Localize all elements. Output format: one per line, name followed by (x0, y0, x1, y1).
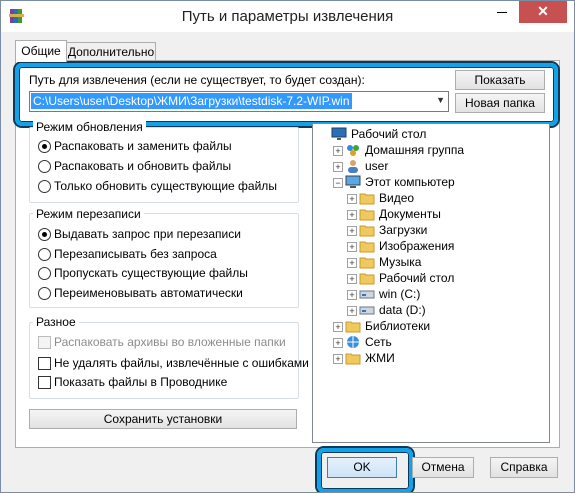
expand-icon[interactable]: + (347, 274, 357, 284)
overwrite-mode-title: Режим перезаписи (33, 207, 144, 221)
drive-icon (359, 287, 375, 301)
title-bar[interactable]: Путь и параметры извлечения ✕ (1, 1, 574, 32)
expand-icon[interactable]: + (333, 146, 343, 156)
expand-icon[interactable]: + (347, 258, 357, 268)
tree-item-label[interactable]: Домашняя группа (365, 142, 464, 158)
misc-option-2[interactable]: Показать файлы в Проводнике (54, 375, 227, 389)
tab-general[interactable]: Общие (15, 40, 67, 62)
folder-tree[interactable]: Рабочий стол + Домашняя группа + user − Этот к… (312, 123, 550, 443)
save-settings-button[interactable]: Сохранить установки (29, 409, 297, 429)
folder-icon (359, 207, 375, 221)
tree-item-label[interactable]: Документы (379, 206, 441, 222)
overwrite-mode-option-3[interactable]: Переименовывать автоматически (54, 286, 243, 300)
misc-checkbox-1[interactable] (38, 357, 51, 370)
folder-icon (359, 239, 375, 253)
folder-icon (359, 191, 375, 205)
folder-icon (359, 271, 375, 285)
collapse-icon[interactable]: − (333, 178, 343, 188)
tree-item-label[interactable]: Сеть (365, 334, 392, 350)
folder-icon (345, 319, 361, 333)
expand-icon[interactable]: + (333, 338, 343, 348)
tree-item-label[interactable]: user (365, 158, 388, 174)
expand-icon[interactable]: + (333, 162, 343, 172)
tree-item-label[interactable]: Этот компьютер (365, 174, 455, 190)
destination-path-combobox[interactable]: C:\Users\user\Desktop\ЖМИ\Загрузки\testd… (29, 91, 449, 112)
network-icon (345, 335, 361, 349)
tree-item-label[interactable]: win (C:) (379, 286, 420, 302)
user-icon (345, 159, 361, 173)
misc-checkbox-0 (38, 336, 51, 349)
show-button[interactable]: Показать (455, 70, 545, 90)
update-mode-option-0[interactable]: Распаковать и заменить файлы (54, 139, 232, 153)
overwrite-mode-option-1[interactable]: Перезаписывать без запроса (54, 247, 217, 261)
tree-item-label[interactable]: ЖМИ (365, 350, 395, 366)
misc-option-0: Распаковать архивы во вложенные папки (54, 335, 286, 349)
update-mode-option-1[interactable]: Распаковать и обновить файлы (54, 159, 231, 173)
tree-item-label[interactable]: data (D:) (379, 302, 426, 318)
overwrite-mode-radio-1[interactable] (38, 248, 51, 261)
expand-icon[interactable]: + (347, 242, 357, 252)
desktop-icon (331, 127, 347, 141)
misc-checkbox-2[interactable] (38, 376, 51, 389)
tab-advanced[interactable]: Дополнительно (66, 42, 156, 61)
extract-dialog: Путь и параметры извлечения ✕ Дополнител… (0, 0, 575, 493)
update-mode-radio-0[interactable] (38, 140, 51, 153)
close-button[interactable]: ✕ (519, 1, 567, 23)
expand-icon[interactable]: + (347, 290, 357, 300)
homegroup-icon (345, 143, 361, 157)
minimize-button[interactable] (485, 1, 519, 23)
update-mode-radio-1[interactable] (38, 160, 51, 173)
help-button[interactable]: Справка (490, 457, 558, 478)
overwrite-mode-option-0[interactable]: Выдавать запрос при перезаписи (54, 227, 241, 241)
cancel-button[interactable]: Отмена (412, 457, 474, 478)
overwrite-mode-radio-3[interactable] (38, 287, 51, 300)
tree-item-label[interactable]: Загрузки (379, 222, 427, 238)
folder-icon (359, 255, 375, 269)
update-mode-radio-2[interactable] (38, 180, 51, 193)
misc-option-1[interactable]: Не удалять файлы, извлечённые с ошибками (54, 356, 309, 370)
overwrite-mode-option-2[interactable]: Пропускать существующие файлы (54, 266, 248, 280)
chevron-down-icon[interactable]: ▼ (436, 95, 445, 105)
tree-item-label[interactable]: Музыка (379, 254, 421, 270)
destination-label: Путь для извлечения (если не существует,… (29, 73, 365, 87)
overwrite-mode-radio-2[interactable] (38, 267, 51, 280)
misc-title: Разное (33, 315, 79, 329)
expand-icon[interactable]: + (333, 354, 343, 364)
expand-icon[interactable]: + (347, 210, 357, 220)
update-mode-option-2[interactable]: Только обновить существующие файлы (54, 179, 277, 193)
overwrite-mode-radio-0[interactable] (38, 228, 51, 241)
expand-icon[interactable]: + (333, 322, 343, 332)
computer-icon (345, 175, 361, 189)
destination-path-value[interactable]: C:\Users\user\Desktop\ЖМИ\Загрузки\testd… (31, 93, 352, 109)
tree-item-label[interactable]: Рабочий стол (351, 126, 426, 142)
new-folder-button[interactable]: Новая папка (455, 93, 545, 113)
drive-icon (359, 303, 375, 317)
folder-icon (345, 351, 361, 365)
tree-item-label[interactable]: Рабочий стол (379, 270, 454, 286)
expand-icon[interactable]: + (347, 194, 357, 204)
expand-icon[interactable]: + (347, 226, 357, 236)
tree-item-label[interactable]: Видео (379, 190, 414, 206)
tree-item-label[interactable]: Изображения (379, 238, 454, 254)
ok-button[interactable]: OK (327, 457, 397, 478)
expand-icon[interactable]: + (347, 306, 357, 316)
tree-item-label[interactable]: Библиотеки (365, 318, 430, 334)
update-mode-title: Режим обновления (33, 120, 146, 134)
folder-icon (359, 223, 375, 237)
